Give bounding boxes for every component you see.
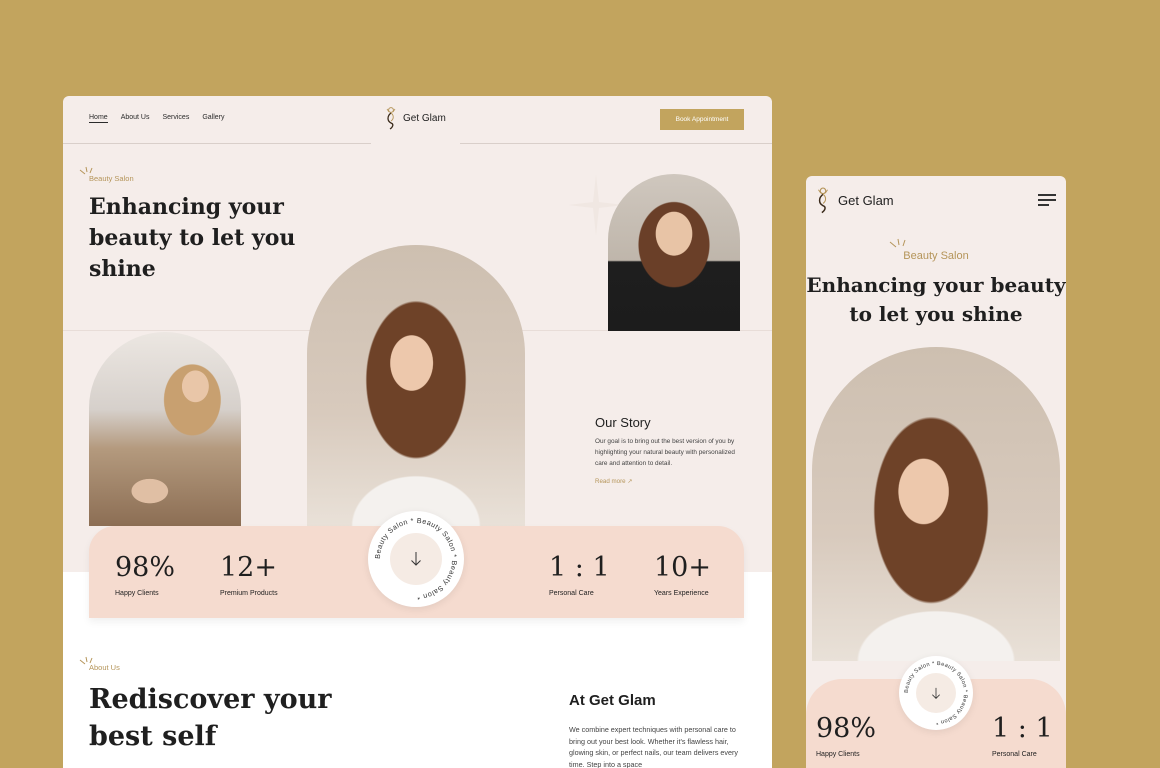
story-title: Our Story [595,415,651,430]
stat-item: 98% Happy Clients [115,552,175,597]
stat-item: 98% Happy Clients [816,713,876,758]
mobile-hero-title: Enhancing your beauty to let you shine [806,273,1066,326]
nav-link-home[interactable]: Home [89,114,108,123]
nav-links: Home About Us Services Gallery [89,114,225,123]
stat-value: 10+ [654,552,711,583]
stat-value: 98% [115,552,176,583]
stat-item: 1 : 1 Personal Care [992,713,1053,758]
badge-center [390,533,442,585]
nav-link-gallery[interactable]: Gallery [202,114,224,123]
mobile-hero-eyebrow: Beauty Salon [903,250,969,262]
brand-name: Get Glam [403,112,446,124]
stat-label: Years Experience [654,590,709,597]
arrow-down-icon [932,687,940,699]
stat-value: 1 : 1 [992,713,1053,744]
hamburger-menu-icon[interactable] [1038,194,1056,208]
mobile-scroll-down-badge[interactable]: Beauty Salon * Beauty Salon * Beauty Sal… [899,656,973,730]
stat-label: Happy Clients [816,751,860,758]
hero-photo-top-right [608,174,740,331]
mobile-brand-logo[interactable]: Get Glam [815,186,894,214]
about-title: Rediscover your best self [89,684,332,752]
stat-label: Happy Clients [115,590,159,597]
stat-value: 98% [816,713,877,744]
arrow-down-icon [411,552,421,566]
hero-eyebrow: Beauty Salon [89,174,134,183]
hero-title: Enhancing your beauty to let you shine [89,194,296,282]
hero-photo-left [89,332,241,526]
mobile-mockup: Get Glam Beauty Salon Enhancing your bea… [806,176,1066,768]
top-nav: Home About Us Services Gallery Get Glam … [63,96,772,144]
nav-link-services[interactable]: Services [162,114,189,123]
story-text: Our goal is to bring out the best versio… [595,438,735,467]
scroll-down-badge[interactable]: Beauty Salon * Beauty Salon * Beauty Sal… [368,511,464,607]
nav-divider-left [63,143,371,144]
badge-center [916,673,956,713]
book-appointment-button[interactable]: Book Appointment [660,109,744,130]
desktop-mockup: Home About Us Services Gallery Get Glam … [63,96,772,768]
logo-icon [386,107,396,130]
mobile-brand-name: Get Glam [838,192,894,208]
nav-divider-right [460,143,772,144]
stat-label: Personal Care [549,590,594,597]
stat-item: 1 : 1 Personal Care [549,552,610,597]
stat-label: Personal Care [992,751,1037,758]
stat-item: 10+ Years Experience [654,552,711,597]
stat-value: 1 : 1 [549,552,610,583]
about-heading: At Get Glam [569,692,656,709]
brand-logo[interactable]: Get Glam [384,106,446,130]
nav-link-about[interactable]: About Us [121,114,150,123]
read-more-link[interactable]: Read more ↗ [595,478,633,485]
logo-icon [818,187,828,214]
hero-photo-center [307,245,525,526]
mobile-hero-photo [812,347,1060,661]
stat-item: 12+ Premium Products [220,552,278,597]
stat-value: 12+ [220,552,277,583]
about-eyebrow: About Us [89,663,120,672]
stat-label: Premium Products [220,590,278,597]
about-text: We combine expert techniques with person… [569,725,738,768]
